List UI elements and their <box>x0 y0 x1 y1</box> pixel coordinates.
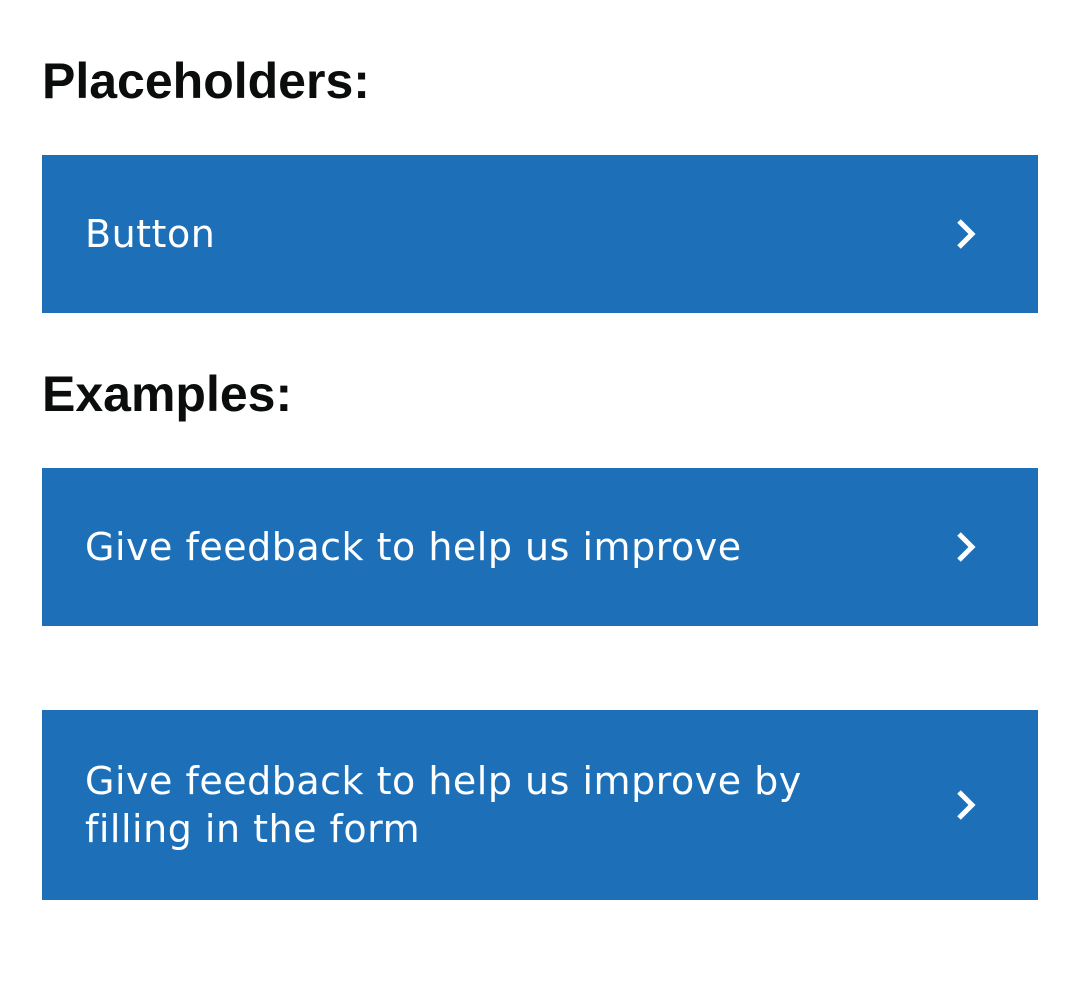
chevron-right-icon <box>953 788 979 822</box>
give-feedback-form-button-label: Give feedback to help us improve by fill… <box>85 759 802 851</box>
placeholders-heading: Placeholders: <box>42 53 370 109</box>
give-feedback-form-button[interactable]: Give feedback to help us improve by fill… <box>42 710 1038 900</box>
give-feedback-button[interactable]: Give feedback to help us improve <box>42 468 1038 626</box>
give-feedback-button-label: Give feedback to help us improve <box>85 525 742 569</box>
chevron-right-icon <box>953 217 979 251</box>
placeholder-button[interactable]: Button <box>42 155 1038 313</box>
examples-heading: Examples: <box>42 366 293 422</box>
chevron-right-icon <box>953 530 979 564</box>
placeholder-button-label: Button <box>85 212 216 256</box>
